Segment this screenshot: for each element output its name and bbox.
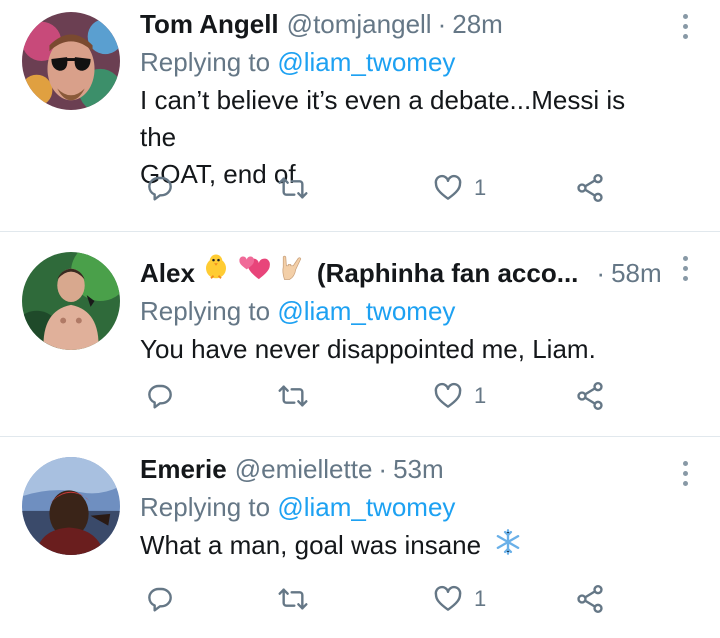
- tweet-text: You have never disappointed me, Liam.: [140, 334, 596, 364]
- action-bar: 1: [140, 172, 720, 212]
- separator: ·: [378, 454, 388, 484]
- tweet-text-content: What a man, goal was insane: [140, 530, 482, 560]
- snowflake-emoji-icon: [494, 528, 522, 566]
- separator: ·: [437, 9, 447, 39]
- like-count: 1: [474, 586, 487, 611]
- timestamp[interactable]: 53m: [393, 453, 444, 485]
- more-options-icon[interactable]: [680, 256, 690, 281]
- tweet-header: Alex (Raphinha fan acco... · 58m: [140, 252, 662, 289]
- reply-icon: [148, 587, 172, 612]
- retweet-button[interactable]: [276, 172, 310, 204]
- separator: ·: [596, 258, 606, 288]
- avatar[interactable]: [22, 252, 120, 350]
- like-icon: [434, 382, 462, 408]
- display-name[interactable]: Tom Angell: [140, 8, 279, 40]
- tweet-reply[interactable]: Alex (Raphinha fan acco... · 58m Replyin…: [0, 232, 720, 437]
- reply-icon: [148, 384, 172, 409]
- retweet-button[interactable]: [276, 583, 310, 615]
- share-icon: [577, 585, 603, 613]
- tweet-header: Emerie @emiellette · 53m: [140, 453, 660, 485]
- display-name[interactable]: Alex: [140, 257, 195, 289]
- reply-button[interactable]: [144, 583, 176, 615]
- more-options-icon[interactable]: [680, 14, 690, 39]
- chick-emoji-icon: [201, 252, 231, 289]
- mention-link[interactable]: @liam_twomey: [277, 47, 455, 77]
- retweet-button[interactable]: [276, 380, 310, 412]
- like-button[interactable]: 1: [432, 172, 486, 204]
- username[interactable]: @tomjangell: [287, 8, 432, 40]
- tweet-text-line: I can’t believe it’s even a debate...Mes…: [140, 85, 626, 152]
- share-button[interactable]: [574, 172, 606, 204]
- action-bar: 1: [140, 583, 720, 623]
- replying-to-label: Replying to: [140, 47, 278, 77]
- like-button[interactable]: 1: [432, 380, 486, 412]
- replying-to: Replying to @liam_twomey: [140, 295, 660, 327]
- username[interactable]: @emiellette: [235, 453, 373, 485]
- retweet-icon: [278, 177, 308, 199]
- reply-button[interactable]: [144, 380, 176, 412]
- love-you-gesture-emoji-icon: [277, 252, 307, 289]
- reply-button[interactable]: [144, 172, 176, 204]
- tweet-reply[interactable]: Tom Angell @tomjangell · 28m Replying to…: [0, 0, 720, 232]
- retweet-icon: [278, 588, 308, 610]
- action-bar: 1: [140, 380, 720, 420]
- display-name[interactable]: Emerie: [140, 453, 227, 485]
- mention-link[interactable]: @liam_twomey: [277, 296, 455, 326]
- two-hearts-emoji-icon: [237, 252, 271, 289]
- replying-to: Replying to @liam_twomey: [140, 46, 660, 78]
- share-button[interactable]: [574, 380, 606, 412]
- replying-to-label: Replying to: [140, 492, 278, 522]
- like-count: 1: [474, 175, 487, 200]
- timestamp[interactable]: 58m: [611, 257, 662, 289]
- replying-to-label: Replying to: [140, 296, 278, 326]
- like-button[interactable]: 1: [432, 583, 486, 615]
- tweet-reply[interactable]: Emerie @emiellette · 53m Replying to @li…: [0, 437, 720, 638]
- avatar[interactable]: [22, 457, 120, 555]
- share-button[interactable]: [574, 583, 606, 615]
- reply-icon: [148, 176, 172, 201]
- more-options-icon[interactable]: [680, 461, 690, 486]
- retweet-icon: [278, 385, 308, 407]
- like-icon: [434, 585, 462, 611]
- mention-link[interactable]: @liam_twomey: [277, 492, 455, 522]
- like-icon: [434, 174, 462, 200]
- share-icon: [577, 174, 603, 202]
- avatar[interactable]: [22, 12, 120, 110]
- share-icon: [577, 382, 603, 410]
- timestamp[interactable]: 28m: [452, 8, 503, 40]
- like-count: 1: [474, 383, 487, 408]
- display-name-suffix[interactable]: (Raphinha fan acco...: [317, 257, 579, 289]
- replying-to: Replying to @liam_twomey: [140, 491, 660, 523]
- tweet-text: What a man, goal was insane: [140, 527, 660, 566]
- tweet-header: Tom Angell @tomjangell · 28m: [140, 8, 660, 40]
